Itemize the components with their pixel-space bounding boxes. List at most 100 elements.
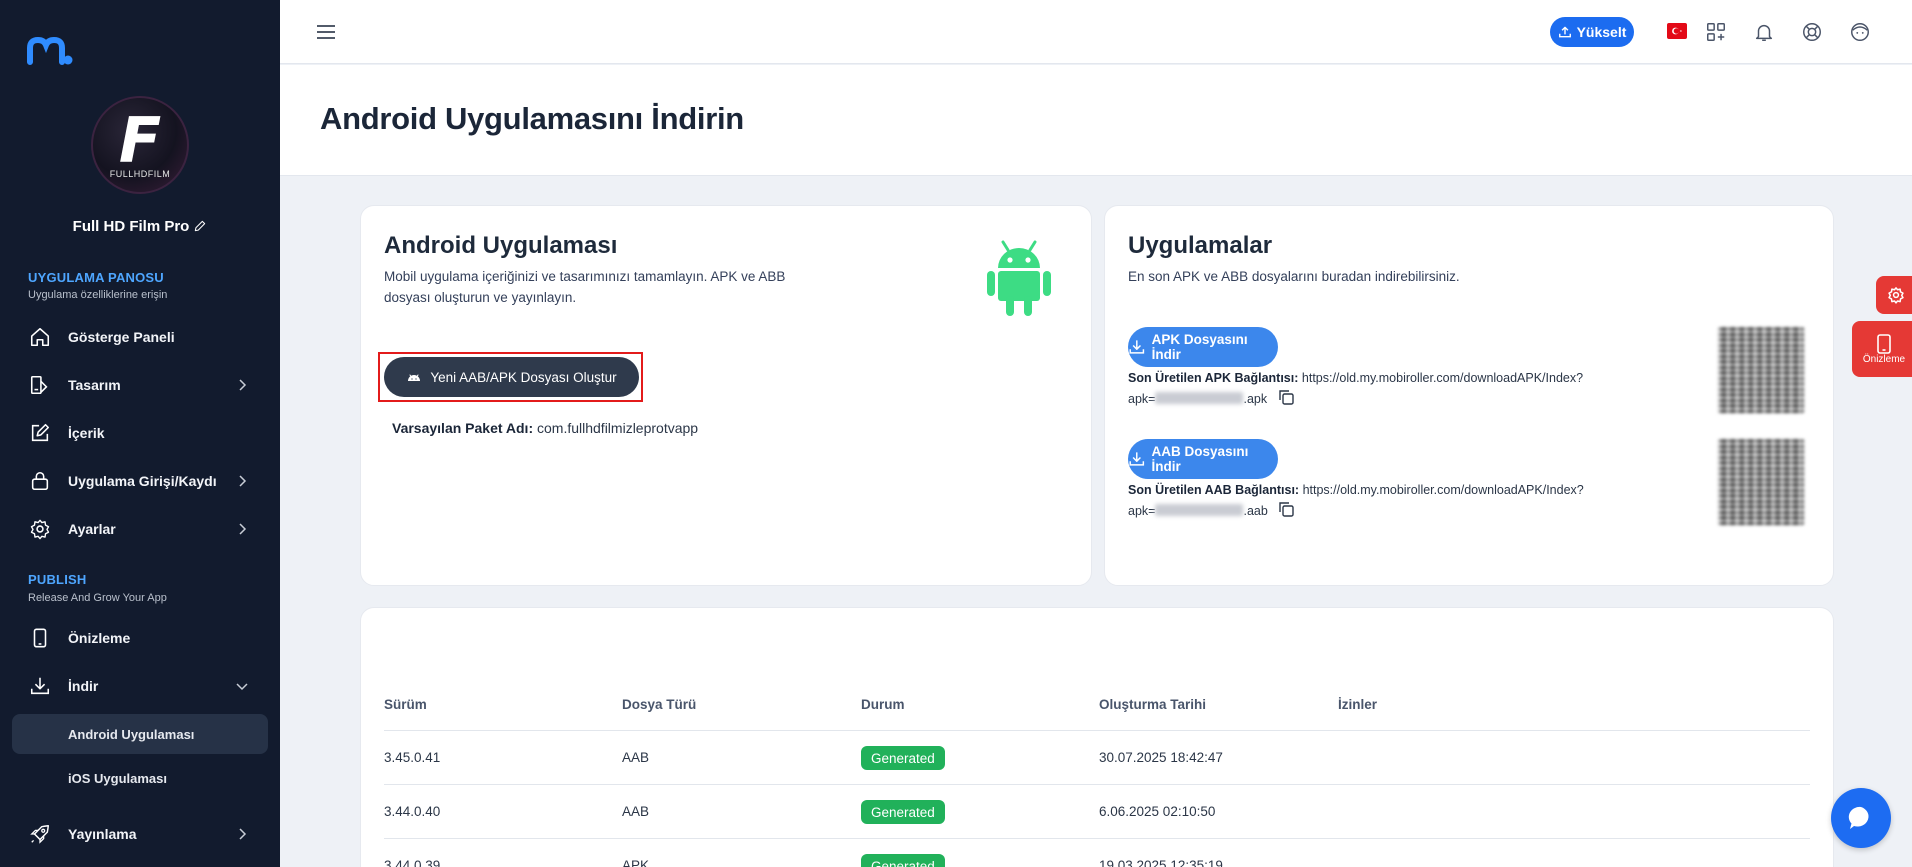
sidebar-item-publishing[interactable]: Yayınlama — [12, 814, 268, 854]
sidebar-subitem-ios-app[interactable]: iOS Uygulaması — [12, 758, 268, 798]
upgrade-label: Yükselt — [1576, 24, 1627, 40]
redacted-token — [1155, 392, 1244, 404]
home-icon — [28, 325, 52, 349]
table-divider — [384, 838, 1810, 839]
chevron-right-icon — [239, 828, 247, 840]
sidebar-item-label: Önizleme — [68, 630, 131, 646]
bell-icon[interactable] — [1752, 20, 1776, 44]
cell-file-type: APK — [622, 858, 650, 867]
status-badge: Generated — [861, 854, 945, 867]
cell-version: 3.45.0.41 — [384, 750, 441, 765]
sidebar-item-dashboard[interactable]: Gösterge Paneli — [12, 317, 268, 357]
page-header: Android Uygulamasını İndirin — [280, 65, 1912, 176]
android-card-description: Mobil uygulama içeriğinizi ve tasarımını… — [384, 269, 786, 305]
page-title: Android Uygulamasını İndirin — [320, 101, 744, 136]
phone-icon — [1877, 333, 1891, 354]
column-header-file-type: Dosya Türü — [622, 697, 697, 712]
support-icon[interactable] — [1800, 20, 1824, 44]
sidebar-item-app-login[interactable]: Uygulama Girişi/Kaydı — [12, 461, 268, 501]
aab-qr-code — [1718, 439, 1804, 525]
user-avatar-icon[interactable] — [1848, 20, 1872, 44]
column-header-status: Durum — [861, 697, 905, 712]
download-icon — [28, 674, 52, 698]
hamburger-menu-icon[interactable] — [314, 20, 338, 44]
apk-link-prefix: https://old.my.mobiroller.com/downloadAP… — [1301, 371, 1584, 385]
floating-settings-button[interactable] — [1876, 276, 1912, 314]
column-header-version: Sürüm — [384, 697, 427, 712]
cell-created-date: 19.03.2025 12:35:19 — [1099, 858, 1223, 867]
app-avatar-letter: F — [118, 104, 162, 177]
cell-created-date: 30.07.2025 18:42:47 — [1099, 750, 1223, 765]
topbar: Yükselt — [280, 0, 1912, 64]
aab-link[interactable]: Son Üretilen AAB Bağlantısı: https://old… — [1128, 480, 1628, 522]
chevron-right-icon — [239, 379, 247, 391]
chevron-down-icon — [236, 683, 248, 691]
cell-created-date: 6.06.2025 02:10:50 — [1099, 804, 1216, 819]
sidebar-item-preview[interactable]: Önizleme — [12, 618, 268, 658]
aab-link-suffix: .aab — [1243, 504, 1268, 518]
download-apk-label: APK Dosyasını İndir — [1151, 332, 1248, 362]
download-icon — [1129, 452, 1145, 466]
app-avatar: F FULLHDFILM — [91, 96, 189, 194]
app-name[interactable]: Full HD Film Pro — [0, 218, 280, 237]
sidebar-subitem-android-app[interactable]: Android Uygulaması — [12, 714, 268, 754]
apps-grid-icon[interactable] — [1704, 20, 1728, 44]
lock-icon — [28, 469, 52, 493]
apk-link[interactable]: Son Üretilen APK Bağlantısı: https://old… — [1128, 368, 1628, 410]
copy-icon[interactable] — [1277, 500, 1295, 518]
download-aab-label: AAB Dosyasını İndir — [1151, 444, 1249, 474]
android-card-title: Android Uygulaması — [384, 232, 618, 259]
download-apk-button[interactable]: APK Dosyasını İndir — [1128, 327, 1278, 367]
status-badge: Generated — [861, 800, 945, 824]
dashboard-section-subtitle: Uygulama özelliklerine erişin — [28, 289, 168, 301]
floating-preview-button[interactable]: Önizleme — [1852, 321, 1912, 377]
mobiroller-logo[interactable] — [27, 36, 73, 66]
app-name-text: Full HD Film Pro — [72, 218, 190, 235]
sidebar-item-settings[interactable]: Ayarlar — [12, 509, 268, 549]
apps-card-description: En son APK ve ABB dosyalarını buradan in… — [1128, 269, 1460, 284]
sidebar-item-label: Ayarlar — [68, 521, 116, 537]
chevron-right-icon — [239, 475, 247, 487]
chevron-right-icon — [239, 523, 247, 535]
chat-icon — [1848, 806, 1869, 829]
gear-icon — [28, 517, 52, 541]
highlight-box — [378, 352, 643, 402]
aab-link-prefix: https://old.my.mobiroller.com/downloadAP… — [1302, 483, 1584, 497]
apk-link-label: Son Üretilen APK Bağlantısı: — [1128, 371, 1299, 385]
phone-icon — [28, 626, 52, 650]
sidebar: F FULLHDFILM Full HD Film Pro UYGULAMA P… — [0, 0, 280, 867]
rocket-icon — [28, 822, 52, 846]
floating-preview-label: Önizleme — [1862, 353, 1906, 365]
apk-qr-code — [1718, 327, 1804, 413]
sidebar-item-content[interactable]: İçerik — [12, 413, 268, 453]
table-divider — [384, 730, 1810, 731]
publish-section-title: PUBLISH — [28, 572, 87, 587]
sidebar-item-label: İçerik — [68, 425, 105, 441]
aab-link-label: Son Üretilen AAB Bağlantısı: — [1128, 483, 1300, 497]
pencil-icon[interactable] — [193, 219, 207, 237]
aab-link-param: apk= — [1128, 504, 1156, 518]
turkish-flag-icon[interactable] — [1667, 23, 1687, 39]
design-icon — [28, 373, 52, 397]
dashboard-section-title: UYGULAMA PANOSU — [28, 270, 164, 285]
sidebar-item-design[interactable]: Tasarım — [12, 365, 268, 405]
column-header-created-date: Oluşturma Tarihi — [1099, 697, 1207, 712]
apk-link-param: apk= — [1128, 392, 1156, 406]
default-package-name: Varsayılan Paket Adı: com.fullhdfilmizle… — [392, 420, 698, 436]
copy-icon[interactable] — [1277, 388, 1295, 406]
sidebar-item-download[interactable]: İndir — [12, 666, 268, 706]
table-divider — [384, 784, 1810, 785]
android-robot-icon — [987, 240, 1051, 316]
sidebar-item-label: Gösterge Paneli — [68, 329, 175, 345]
package-label: Varsayılan Paket Adı: — [392, 420, 534, 436]
chat-button[interactable] — [1831, 788, 1891, 848]
download-aab-button[interactable]: AAB Dosyasını İndir — [1128, 439, 1278, 479]
sidebar-item-label: Yayınlama — [68, 826, 137, 842]
apk-link-suffix: .apk — [1243, 392, 1268, 406]
cell-version: 3.44.0.40 — [384, 804, 441, 819]
cell-file-type: AAB — [622, 750, 650, 765]
upload-icon — [1558, 26, 1571, 38]
status-badge: Generated — [861, 746, 945, 770]
gear-icon — [1888, 287, 1904, 304]
upgrade-button[interactable]: Yükselt — [1550, 17, 1634, 47]
